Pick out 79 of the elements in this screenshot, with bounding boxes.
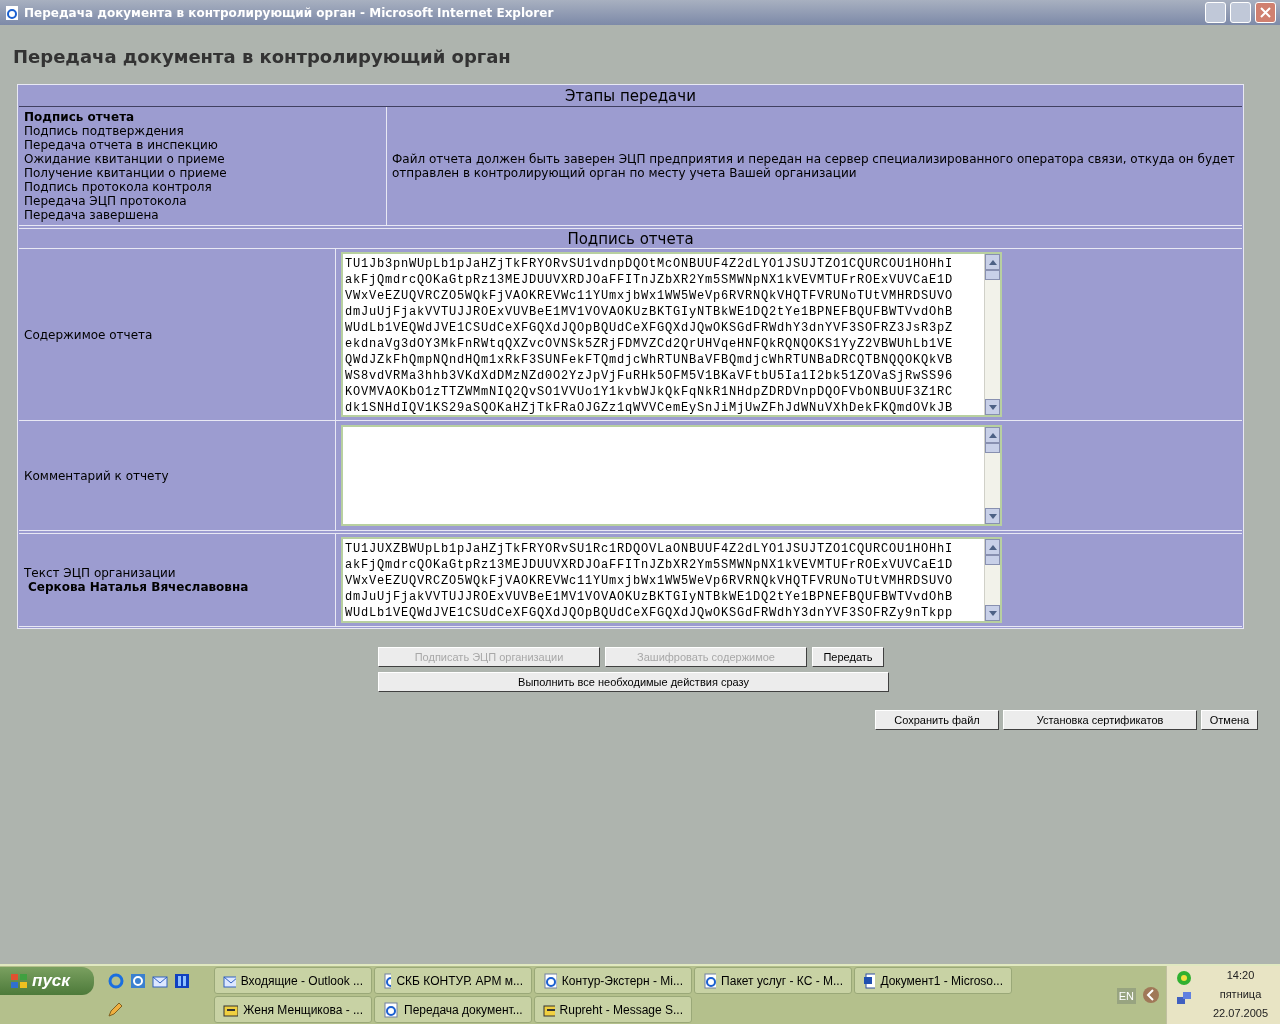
taskbar-window-button[interactable]: Входящие - Outlook ...	[214, 967, 372, 994]
text-area[interactable]	[341, 537, 1002, 623]
stage-item: Передача ЭЦП протокола	[24, 194, 188, 208]
text-line: KOVMVAOKbO1zTTZWMmNIQ2QvSO1VVUo1Y1kvbWJkQkFqNkR1NHdpZDRDVnpDQOFVbONBUUF3Z1RC	[345, 384, 955, 400]
text-line: WUdLb1VEQWdJVE1CSUdCeXFGQXdJQOpBQUdCeXFGQXdJQwOKSGdFRWdhY3dnYVF3SOFRZy9nTkpp	[345, 605, 955, 621]
stage-item: Получение квитанции о приеме	[24, 166, 228, 180]
window-title: Передача документа в контролирующий орган - Microsoft Internet Explorer	[24, 4, 555, 22]
stage-item: Подпись отчета	[24, 110, 136, 124]
taskbar-window-button[interactable]: Передача документ...	[374, 996, 532, 1023]
scroll-thumb[interactable]	[985, 270, 1000, 280]
network-icon[interactable]	[1176, 990, 1192, 1006]
footer-button[interactable]: Отмена	[1201, 710, 1258, 730]
browser-icon	[4, 4, 20, 21]
page-title: Передача документа в контролирующий орган	[13, 45, 512, 67]
text-line: dk1SNHdIQV1KS29aSQOKaHZjTkFRaOJGZz1qWVVCemEySnJiMjUwZFhJdWNuVXhDekFKQmdOVkJB	[345, 400, 955, 415]
document-icon	[863, 972, 876, 989]
text-line: WUdLb1VEQWdJVE1CSUdCeXFGQXdJQOpBQUdCeXFGQXdJQwOKSGdFRWdhY3dnYVF3SOFRZ3JsR3pZ	[345, 320, 955, 336]
field-label: Комментарий к отчету	[24, 468, 170, 483]
section-heading: Подпись отчета	[19, 228, 1242, 249]
stage-item: Передача отчета в инспекцию	[24, 138, 219, 152]
stage-item: Подпись протокола контроля	[24, 180, 213, 194]
mail-icon[interactable]	[152, 973, 168, 989]
scrollbar[interactable]	[984, 539, 1000, 621]
browser-icon[interactable]	[108, 973, 124, 989]
text-line: QWdJZkFhQmpNQndHQm1xRkF3SUNFekFTQmdjcWhRTUNBaVFBQmdjcWhRTUNBaDRCQTBNQQOKQkVB	[345, 352, 955, 368]
taskbar-window-button[interactable]: Документ1 - Microso...	[854, 967, 1012, 994]
pencil-icon[interactable]	[107, 1002, 123, 1018]
stage-item: Подпись подтверждения	[24, 124, 185, 138]
text-line: TU1Jb3pnWUpLb1pJaHZjTkFRYORvSU1vdnpDQOtMcONBUUF4Z2dLYO1JSUJTZO1CQURCOU1HOHhI	[345, 256, 955, 272]
text-line: dmJuUjFjakVVTUJJROExVUVBeE1MV1VOVAOKUzBKTGIyNTBkWE1DQ2tYe1BPNEFBQUFBWTVvdOhB	[345, 589, 955, 605]
chevron-left-icon[interactable]	[1142, 986, 1160, 1004]
stage-description: Файл отчета должен быть заверен ЭЦП предприятия и передан на сервер специализированного оператора связи, откуда он будет отправлен в контролирующий орган по месту учета Вашей организации	[392, 152, 1236, 180]
taskbar-window-button[interactable]: Пакет услуг - КС - М...	[694, 967, 852, 994]
taskbar-window-button[interactable]: Rupreht - Message S...	[534, 996, 692, 1023]
text-line: VWxVeEZUQVRCZO5WQkFjVAOKREVWc11YUmxjbWx1WW5WeVp6RVRNQkVHQTFVRUNoTUtVMHRDSUVO	[345, 288, 955, 304]
scrollbar[interactable]	[984, 427, 1000, 524]
action-button[interactable]: Передать	[812, 647, 884, 667]
browser-icon	[383, 1001, 399, 1018]
scroll-up-icon[interactable]	[985, 539, 1000, 555]
browser-icon	[383, 972, 392, 989]
scrollbar[interactable]	[984, 254, 1000, 415]
start-button[interactable]: пуск	[0, 967, 94, 995]
comment-field[interactable]	[341, 425, 1002, 526]
text-line: TU1JUXZBWUpLb1pJaHZjTkFRYORvSU1Rc1RDQOVLaONBUUF4Z2dLYO1JSUJTZO1CQURCOU1HOHhI	[345, 541, 955, 557]
date: 22.07.2005	[1212, 1006, 1269, 1021]
browser-icon	[703, 972, 717, 989]
text-line: VWxVeEZUQVRCZO5WQkFjVAOKREVWc11YUmxjbWx1WW5WeVp6RVRNQkVHQTFVRUNoTUtVMHRDSUVO	[345, 573, 955, 589]
clock-time: 14:20	[1226, 968, 1255, 983]
scroll-down-icon[interactable]	[985, 399, 1000, 415]
field-label: Текст ЭЦП организации	[24, 566, 177, 580]
weekday: пятница	[1219, 987, 1262, 1002]
scroll-thumb[interactable]	[985, 555, 1000, 565]
taskbar-window-button[interactable]: Контур-Экстерн - Mi...	[534, 967, 692, 994]
scroll-up-icon[interactable]	[985, 254, 1000, 270]
text-area[interactable]	[341, 252, 1002, 417]
stage-item: Ожидание квитанции о приеме	[24, 152, 226, 166]
book-icon[interactable]	[174, 973, 190, 989]
text-line: akFjQmdrcQOKaGtpRz13MEJDUUVXRDJOaFFITnJZbXR2Ym5SMWNpNX1kVEVMTUFrROExVUVCaE1D	[345, 272, 955, 288]
text-line: akFjQmdrcQOKaGtpRz13MEJDUUVXRDJOaFFITnJZbXR2Ym5SMWNpNX1kVEVMTUFrROExVUVCaE1D	[345, 557, 955, 573]
taskbar-window-button[interactable]: СКБ КОНТУР. АРМ м...	[374, 967, 532, 994]
do-all-button[interactable]: Выполнить все необходимые действия сразу	[378, 672, 889, 692]
windows-logo-icon	[10, 973, 28, 989]
text-line: dmJuUjFjakVVTUJJROExVUVBeE1MV1VOVAOKUzBKTGIyNTBkWE1DQ2tYe1BPNEFBQUFBWTVvdOhB	[345, 304, 955, 320]
scroll-up-icon[interactable]	[985, 427, 1000, 443]
stage-item: Передача завершена	[24, 208, 160, 222]
text-line: WS8vdVRMa3hhb3VKdXdDMzNZd0O2YzJpVjFuRHk5OFM5V1BKaVFtbU5Ia1I2bk51ZOVaSjRwSS96	[345, 368, 955, 384]
footer-button[interactable]: Установка сертификатов	[1003, 710, 1197, 730]
scroll-down-icon[interactable]	[985, 508, 1000, 524]
taskbar-window-button[interactable]: Женя Менщикова - ...	[214, 996, 372, 1023]
field-label: Содержимое отчета	[24, 327, 154, 342]
signer-name: Серкова Наталья Вячеславовна	[27, 580, 250, 594]
scroll-thumb[interactable]	[985, 443, 1000, 453]
text-line: ekdnaVg3dOY3MkFnRWtqQXZvcOVNSk5ZRjFDMVZCd2QrUHVqeHNFQkRQNQOKS1YyZ2VBWUhLb1VE	[345, 336, 955, 352]
footer-button[interactable]: Сохранить файл	[875, 710, 999, 730]
browser-icon	[543, 972, 557, 989]
scroll-down-icon[interactable]	[985, 605, 1000, 621]
close-icon[interactable]	[1255, 2, 1276, 23]
browser-icon[interactable]	[130, 973, 146, 989]
section-heading: Этапы передачи	[19, 86, 1242, 107]
